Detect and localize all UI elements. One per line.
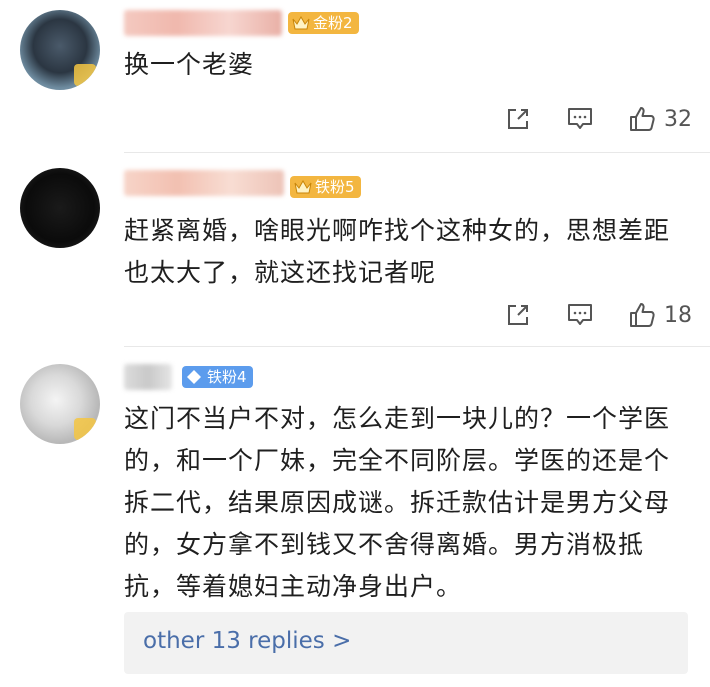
comment-icon[interactable] [566,301,594,329]
fan-badge-label: 铁粉5 [315,178,355,196]
avatar[interactable] [20,168,100,248]
crown-icon [294,179,312,195]
crown-icon [292,15,310,31]
avatar-badge-icon [74,64,96,86]
share-icon[interactable] [504,301,532,329]
like-count: 32 [664,106,692,132]
comment-text: 换一个老婆 [124,50,255,79]
divider [124,152,710,153]
username-blurred[interactable] [124,170,284,196]
fan-badge-label: 金粉2 [313,14,353,32]
diamond-icon [186,369,204,385]
avatar[interactable] [20,10,100,90]
comment-text: 赶紧离婚，啥眼光啊咋找个这种女的，思想差距也太大了，就这还找记者呢 [124,216,671,287]
fan-badge-label: 铁粉4 [207,368,247,386]
comment-icon[interactable] [566,105,594,133]
like-icon[interactable] [628,105,656,133]
username-blurred[interactable] [124,10,282,36]
comment-1: 金粉2 换一个老婆 32 [0,0,710,150]
fan-badge[interactable]: 铁粉5 [290,176,361,198]
comment-actions: 18 [504,300,694,330]
like-icon[interactable] [628,301,656,329]
avatar[interactable] [20,364,100,444]
fan-badge[interactable]: 铁粉4 [182,366,253,388]
like-count: 18 [664,302,692,328]
comment-2: 铁粉5 赶紧离婚，啥眼光啊咋找个这种女的，思想差距也太大了，就这还找记者呢 18 [0,160,710,340]
comment-text: 这门不当户不对，怎么走到一块儿的？一个学医的，和一个厂妹，完全不同阶层。学医的还… [124,404,671,601]
divider [124,346,710,347]
username-blurred[interactable] [124,364,172,390]
fan-badge[interactable]: 金粉2 [288,12,359,34]
more-replies-box[interactable]: other 13 replies > [124,612,688,674]
avatar-badge-icon [74,418,96,440]
more-replies-link[interactable]: other 13 replies > [143,628,351,654]
comment-actions: 32 [504,104,694,134]
share-icon[interactable] [504,105,532,133]
